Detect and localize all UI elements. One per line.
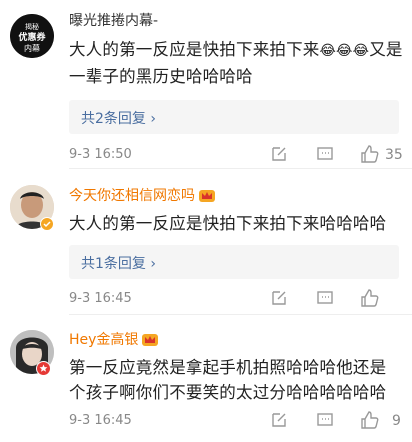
- replies-count: 共2条回复: [81, 111, 146, 127]
- laugh-emoji-icon: 😂😂😂: [319, 43, 370, 59]
- edit-icon[interactable]: [270, 411, 288, 433]
- comment-text: 第一反应竟然是拿起手机拍照哈哈哈他还是 个孩子啊你们不要笑的太过分哈哈哈哈哈哈: [69, 355, 405, 405]
- crown-badge-icon: [141, 331, 159, 352]
- chevron-right-icon: ›: [150, 256, 156, 272]
- replies-count: 共1条回复: [81, 256, 146, 272]
- comment-text-line: 个孩子啊你们不要笑的太过分哈哈哈哈哈哈: [69, 383, 387, 402]
- replies-link[interactable]: 共1条回复 ›: [69, 245, 399, 279]
- thumbs-up-icon[interactable]: [360, 288, 380, 312]
- crown-badge-icon: [198, 187, 216, 208]
- comment-text: 大人的第一反应是快拍下来拍下来哈哈哈哈: [69, 214, 387, 233]
- avatar-text-1: 揭秘: [25, 22, 39, 31]
- username[interactable]: 今天你还相信网恋吗: [69, 187, 216, 208]
- comment-date: 9-3 16:45: [69, 413, 132, 428]
- comment-icon[interactable]: [316, 145, 334, 167]
- verified-badge-icon: [40, 216, 54, 235]
- avatar-text-3: 内幕: [24, 43, 40, 53]
- replies-link[interactable]: 共2条回复 ›: [69, 100, 399, 134]
- comment-date: 9-3 16:45: [69, 291, 132, 306]
- replies-label: 共1条回复 ›: [81, 253, 156, 273]
- username-text: Hey金高银: [69, 332, 139, 348]
- chevron-right-icon: ›: [150, 111, 156, 127]
- avatar-text-2: 优惠券: [18, 31, 46, 43]
- comment-text-part: 大人的第一反应是快拍下来拍下来: [69, 40, 320, 59]
- like-count: 35: [385, 147, 403, 163]
- replies-label: 共2条回复 ›: [81, 108, 156, 128]
- comment-icon[interactable]: [316, 289, 334, 311]
- username-text: 今天你还相信网恋吗: [69, 188, 195, 204]
- divider: [69, 168, 412, 169]
- thumbs-up-icon[interactable]: [360, 144, 380, 168]
- edit-icon[interactable]: [270, 289, 288, 311]
- comment-date: 9-3 16:50: [69, 147, 132, 162]
- comment-item: 今天你还相信网恋吗 大人的第一反应是快拍下来拍下来哈哈哈哈 共1条回复 › 9-…: [0, 170, 412, 315]
- username[interactable]: Hey金高银: [69, 331, 159, 352]
- like-count: 9: [392, 413, 401, 429]
- thumbs-up-icon[interactable]: [360, 410, 380, 434]
- comment-text: 大人的第一反应是快拍下来拍下来😂😂😂又是一辈子的黑历史哈哈哈哈: [69, 37, 405, 89]
- avatar[interactable]: 揭秘 优惠券 内幕: [10, 14, 54, 58]
- comment-item: 揭秘 优惠券 内幕 曝光推捲内幕- 大人的第一反应是快拍下来拍下来😂😂😂又是一辈…: [0, 0, 412, 170]
- edit-icon[interactable]: [270, 145, 288, 167]
- verified-badge-icon: [36, 361, 51, 380]
- comment-text-line: 第一反应竟然是拿起手机拍照哈哈哈他还是: [69, 358, 387, 377]
- username[interactable]: 曝光推捲内幕-: [69, 12, 158, 30]
- comment-icon[interactable]: [316, 411, 334, 433]
- comment-item: Hey金高银 第一反应竟然是拿起手机拍照哈哈哈他还是 个孩子啊你们不要笑的太过分…: [0, 315, 412, 442]
